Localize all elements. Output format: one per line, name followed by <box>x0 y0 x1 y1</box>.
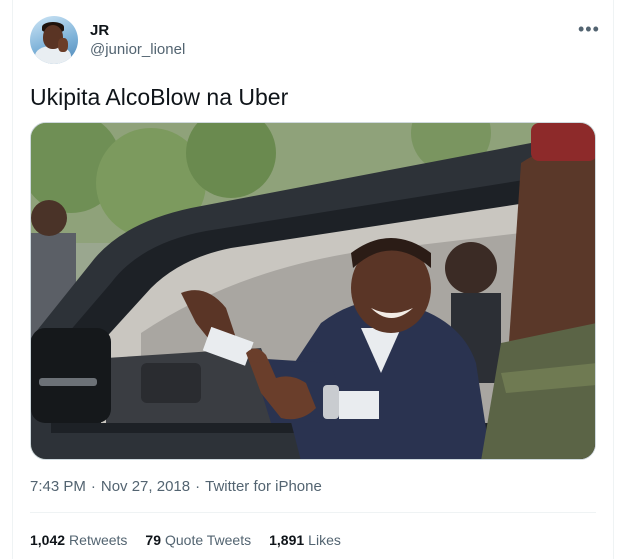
tweet-time[interactable]: 7:43 PM <box>30 478 86 495</box>
likes-count: 1,891 <box>269 532 305 548</box>
tweet-source[interactable]: Twitter for iPhone <box>205 478 322 495</box>
quote-tweets-stat[interactable]: 79 Quote Tweets <box>145 532 251 548</box>
retweets-count: 1,042 <box>30 532 66 548</box>
tweet-photo[interactable] <box>30 122 596 460</box>
retweets-label: Retweets <box>69 532 128 548</box>
likes-label: Likes <box>308 532 341 548</box>
tweet-stats: 1,042 Retweets 79 Quote Tweets 1,891 Likes <box>30 532 341 548</box>
quote-tweets-label: Quote Tweets <box>164 532 252 548</box>
meta-separator: · <box>90 478 96 495</box>
quote-tweets-count: 79 <box>145 532 161 548</box>
user-handle[interactable]: @junior_lionel <box>90 41 185 58</box>
user-display-name[interactable]: JR <box>90 22 109 39</box>
photo-illustration <box>31 123 595 459</box>
tweet-meta: 7:43 PM · Nov 27, 2018 · Twitter for iPhone <box>30 478 322 495</box>
likes-stat[interactable]: 1,891 Likes <box>269 532 341 548</box>
meta-separator: · <box>195 478 201 495</box>
more-horizontal-icon[interactable]: ••• <box>578 20 600 38</box>
divider <box>30 512 596 513</box>
tweet-text: Ukipita AlcoBlow na Uber <box>30 84 289 110</box>
user-avatar[interactable] <box>30 16 78 64</box>
retweets-stat[interactable]: 1,042 Retweets <box>30 532 127 548</box>
tweet-date[interactable]: Nov 27, 2018 <box>101 478 190 495</box>
